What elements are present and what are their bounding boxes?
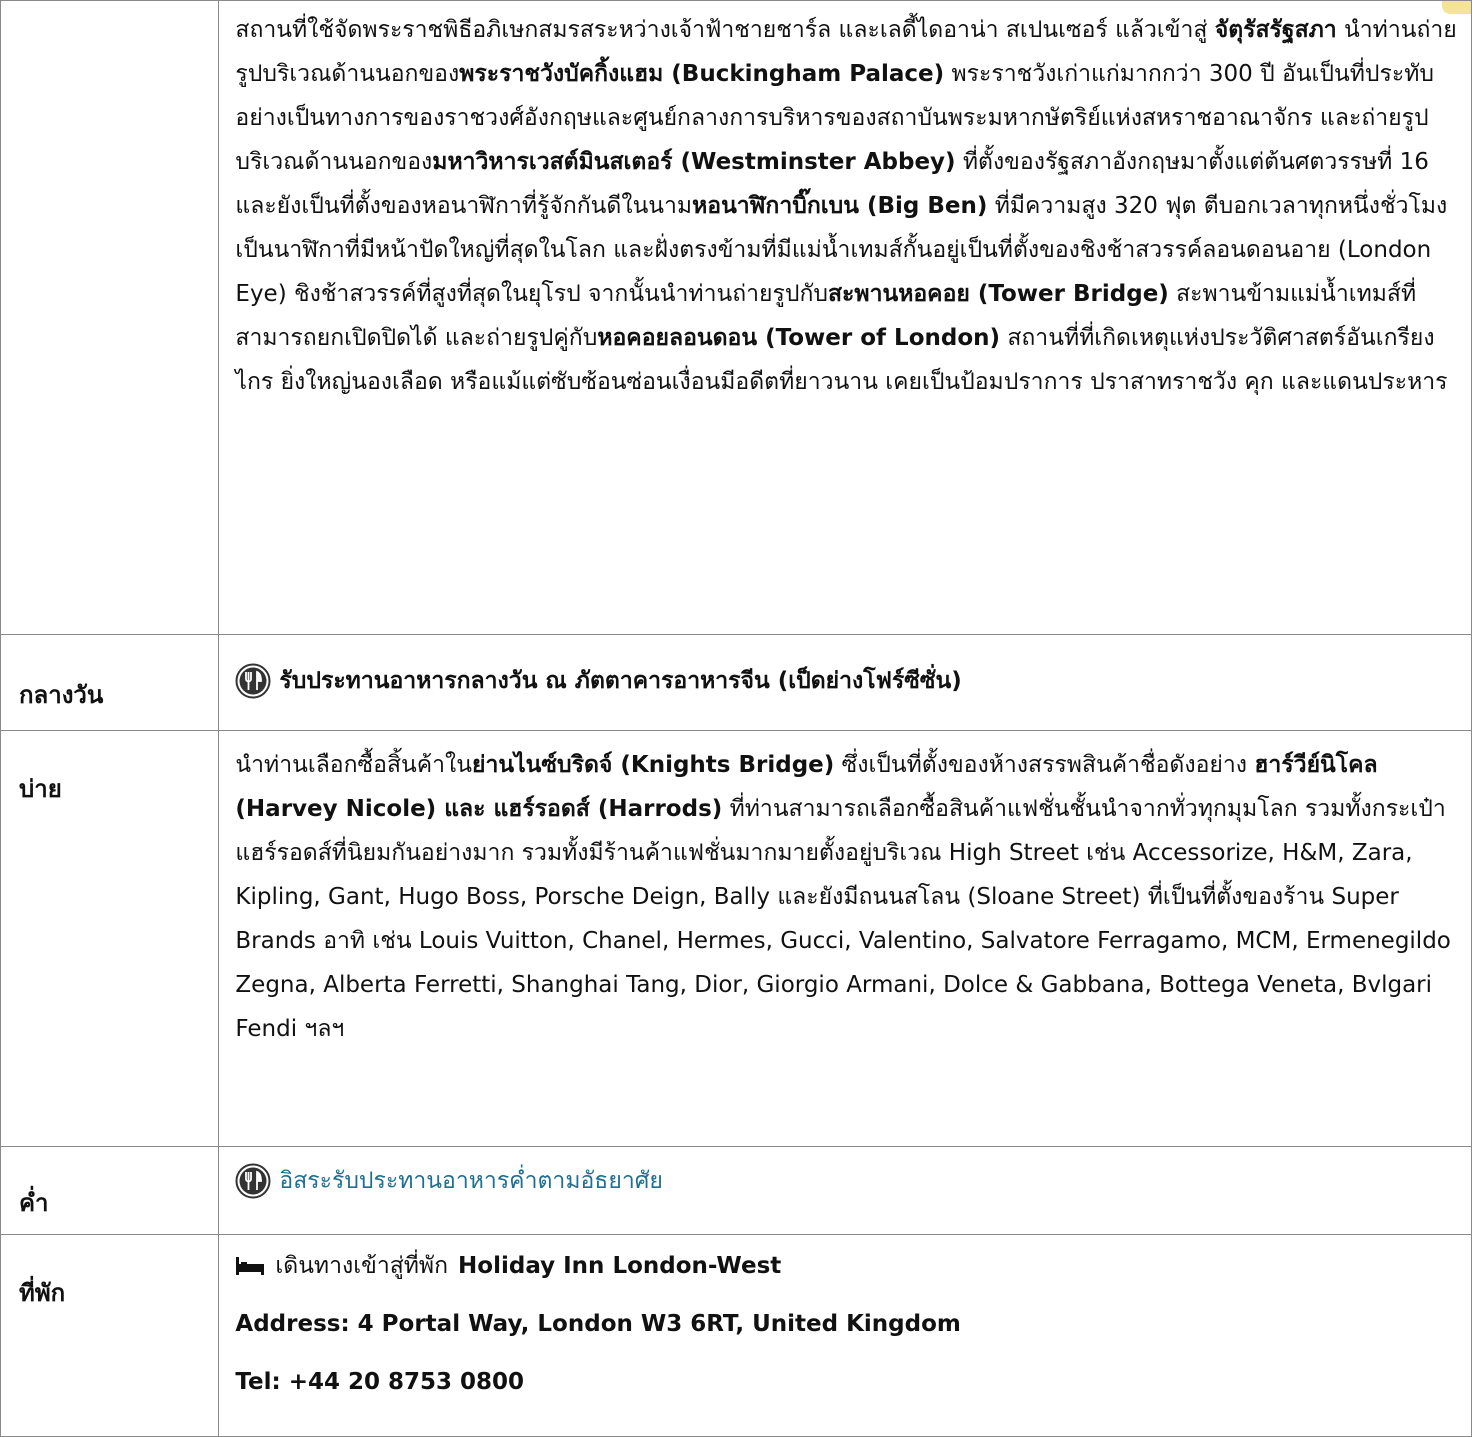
dinner-text: อิสระรับประทานอาหารค่ำตามอัธยาศัย xyxy=(279,1168,663,1194)
restaurant-icon xyxy=(235,1163,271,1199)
morning-highlight: พระราชวังบัคกิ้งแฮม (Buckingham Palace) xyxy=(459,61,945,87)
afternoon-text: นำท่านเลือกซื้อสิ้นค้าใน xyxy=(235,752,472,778)
morning-description-cell: สถานที่ใช้จัดพระราชพิธีอภิเษกสมรสระหว่าง… xyxy=(218,0,1472,635)
afternoon-highlight: ย่านไนซ์บริดจ์ (Knights Bridge) xyxy=(471,752,835,778)
afternoon-label: บ่าย xyxy=(19,775,62,803)
lunch-text: รับประทานอาหารกลางวัน ณ ภัตตาคารอาหารจีน… xyxy=(279,668,962,694)
lunch-line: รับประทานอาหารกลางวัน ณ ภัตตาคารอาหารจีน… xyxy=(235,659,1457,703)
hotel-label: ที่พัก xyxy=(19,1279,66,1307)
hotel-name: Holiday Inn London-West xyxy=(458,1253,782,1279)
row-afternoon: บ่าย นำท่านเลือกซื้อสิ้นค้าในย่านไนซ์บริ… xyxy=(0,730,1472,1147)
morning-highlight: สะพานหอคอย (Tower Bridge) xyxy=(828,281,1169,307)
morning-highlight: หอนาฬิกาบิ๊กเบน (Big Ben) xyxy=(692,193,988,219)
afternoon-label-cell: บ่าย xyxy=(0,730,220,1147)
lunch-content-cell: รับประทานอาหารกลางวัน ณ ภัตตาคารอาหารจีน… xyxy=(218,634,1472,731)
dinner-line: อิสระรับประทานอาหารค่ำตามอัธยาศัย xyxy=(235,1159,1457,1203)
afternoon-description: นำท่านเลือกซื้อสิ้นค้าในย่านไนซ์บริดจ์ (… xyxy=(235,743,1457,1051)
hotel-content-cell: เดินทางเข้าสู่ที่พัก Holiday Inn London-… xyxy=(218,1234,1472,1437)
morning-highlight: มหาวิหารเวสต์มินสเตอร์ (Westminster Abbe… xyxy=(432,149,956,175)
morning-description: สถานที่ใช้จัดพระราชพิธีอภิเษกสมรสระหว่าง… xyxy=(235,8,1457,404)
lunch-label-cell: กลางวัน xyxy=(0,634,220,731)
afternoon-content-cell: นำท่านเลือกซื้อสิ้นค้าในย่านไนซ์บริดจ์ (… xyxy=(218,730,1472,1147)
row-dinner: ค่ำ อิสระรับประทานอาหารค่ำตามอัธยาศัย xyxy=(0,1146,1472,1235)
morning-text: สถานที่ใช้จัดพระราชพิธีอภิเษกสมรสระหว่าง… xyxy=(235,17,1215,43)
dinner-label-cell: ค่ำ xyxy=(0,1146,220,1235)
bed-icon xyxy=(236,1257,265,1275)
hotel-label-cell: ที่พัก xyxy=(0,1234,220,1437)
dinner-label: ค่ำ xyxy=(19,1189,49,1217)
hotel-tel: Tel: +44 20 8753 0800 xyxy=(235,1369,525,1395)
row-label-empty xyxy=(0,0,220,635)
hotel-intro: เดินทางเข้าสู่ที่พัก xyxy=(275,1253,449,1279)
hotel-line: เดินทางเข้าสู่ที่พัก Holiday Inn London-… xyxy=(235,1237,1457,1295)
itinerary-table: สถานที่ใช้จัดพระราชพิธีอภิเษกสมรสระหว่าง… xyxy=(0,0,1472,1437)
afternoon-text: ซึ่งเป็นที่ตั้งของห้างสรรพสินค้าชื่อดังอ… xyxy=(834,752,1255,778)
restaurant-icon xyxy=(235,663,271,699)
row-lunch: กลางวัน รับประทานอาหารกลางวัน ณ ภัตตาคาร… xyxy=(0,634,1472,731)
morning-highlight: จัตุรัสรัฐสภา xyxy=(1214,17,1337,43)
hotel-address: Address: 4 Portal Way, London W3 6RT, Un… xyxy=(235,1311,961,1337)
dinner-content-cell: อิสระรับประทานอาหารค่ำตามอัธยาศัย xyxy=(218,1146,1472,1235)
afternoon-text: ที่ท่านสามารถเลือกซื้อสินค้าแฟชั่นชั้นนำ… xyxy=(235,796,1451,1042)
morning-highlight: หอคอยลอนดอน (Tower of London) xyxy=(597,325,1001,351)
lunch-label: กลางวัน xyxy=(19,681,104,709)
row-morning-continued: สถานที่ใช้จัดพระราชพิธีอภิเษกสมรสระหว่าง… xyxy=(0,0,1472,635)
row-hotel: ที่พัก เดินทางเข้าสู่ที่พัก Holiday Inn … xyxy=(0,1234,1472,1437)
